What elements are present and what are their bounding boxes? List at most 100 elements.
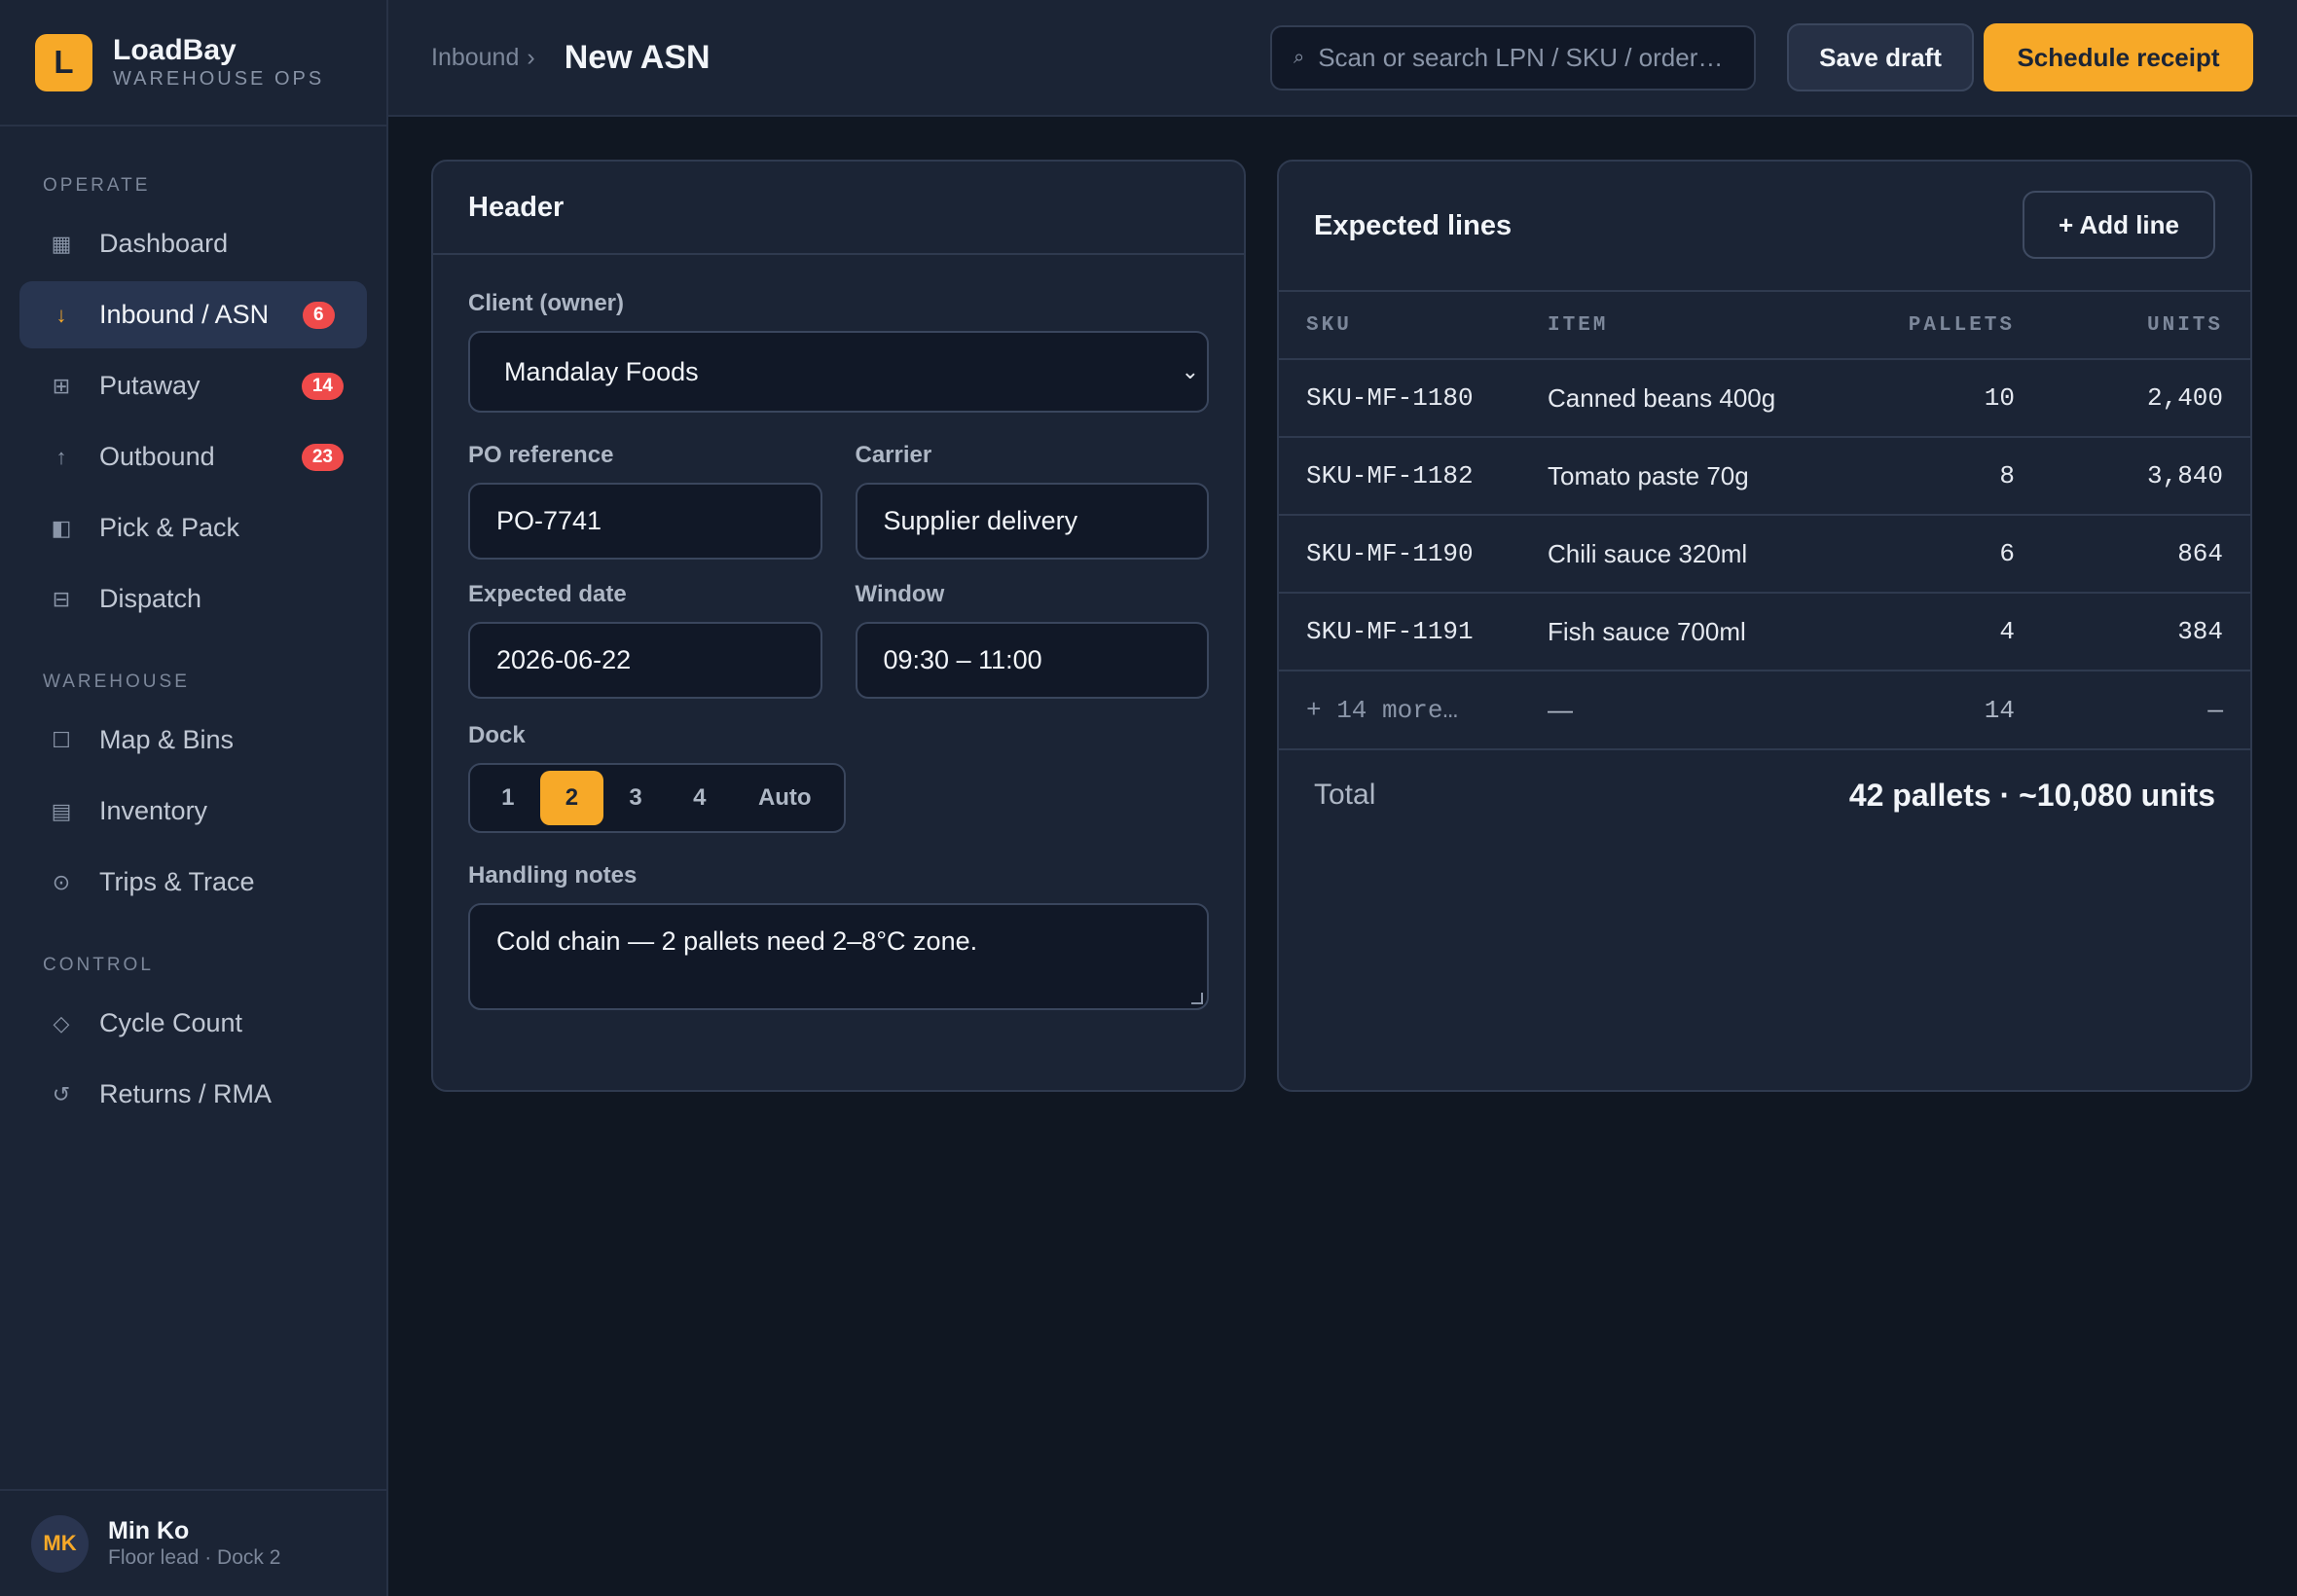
- sidebar-item-inbound[interactable]: ↓ Inbound / ASN 6: [19, 281, 367, 348]
- dashboard-icon: ▦: [51, 231, 72, 256]
- units-cell: 3,840: [2015, 437, 2250, 516]
- sidebar-item-returns[interactable]: ↺ Returns / RMA: [19, 1061, 367, 1128]
- section-label-operate: OPERATE: [43, 175, 151, 196]
- item-cell: —: [1548, 695, 1573, 724]
- total-row: Total 42 pallets · ~10,080 units: [1279, 748, 2250, 840]
- app-root: L LoadBay WAREHOUSE OPS OPERATE ▦ Dashbo…: [0, 0, 2297, 1596]
- window-field[interactable]: 09:30 – 11:00: [855, 622, 1209, 699]
- total-label: Total: [1314, 779, 1376, 811]
- item-cell: Fish sauce 700ml: [1548, 593, 1869, 671]
- target-icon: ⊙: [52, 869, 71, 894]
- header-card: Header Client (owner) Mandalay Foods ⌄ P…: [431, 160, 1246, 1092]
- search-input[interactable]: [1318, 43, 1737, 73]
- user-role: Floor lead · Dock 2: [108, 1546, 281, 1569]
- item-cell: Canned beans 400g: [1548, 359, 1869, 438]
- expected-date-field[interactable]: 2026-06-22: [468, 622, 822, 699]
- brand-subtitle: WAREHOUSE OPS: [113, 68, 325, 90]
- sidebar-item-cycle-count[interactable]: ◇ Cycle Count: [19, 990, 367, 1057]
- expected-lines-card: Expected lines + Add line SKU ITEM PALLE…: [1277, 160, 2252, 1092]
- item-cell: Tomato paste 70g: [1548, 437, 1869, 516]
- sidebar-item-putaway[interactable]: ⊞ Putaway 14: [19, 352, 367, 419]
- client-select[interactable]: Mandalay Foods ⌄: [468, 331, 1209, 413]
- user-profile[interactable]: MK Min Ko Floor lead · Dock 2: [0, 1489, 386, 1596]
- arrow-up-icon: ↑: [55, 444, 67, 469]
- grid-icon: ⊞: [52, 373, 71, 398]
- pallets-cell: 8: [1869, 437, 2015, 516]
- resize-handle-icon[interactable]: [1191, 993, 1203, 1004]
- sidebar-nav: OPERATE ▦ Dashboard ↓ Inbound / ASN 6 ⊞ …: [0, 127, 386, 1128]
- item-cell: Chili sauce 320ml: [1548, 515, 1869, 594]
- return-icon: ↺: [52, 1081, 71, 1106]
- sidebar-item-label: Dispatch: [99, 584, 202, 613]
- dock-option-4[interactable]: 4: [668, 771, 732, 825]
- sidebar-item-label: Outbound: [99, 442, 215, 471]
- sidebar-item-label: Pick & Pack: [99, 513, 240, 542]
- map-icon: ☐: [52, 727, 71, 752]
- more-lines-row[interactable]: + 14 more… — 14 —: [1279, 671, 2250, 748]
- handling-notes-textarea[interactable]: Cold chain — 2 pallets need 2–8°C zone.: [468, 903, 1209, 1010]
- table-row[interactable]: SKU-MF-1190 Chili sauce 320ml 6 864: [1279, 515, 2250, 594]
- sidebar-item-label: Returns / RMA: [99, 1079, 273, 1108]
- avatar: MK: [31, 1514, 89, 1573]
- sidebar-item-label: Cycle Count: [99, 1008, 243, 1037]
- sidebar-item-label: Dashboard: [99, 229, 229, 258]
- table-row[interactable]: SKU-MF-1180 Canned beans 400g 10 2,400: [1279, 359, 2250, 438]
- save-draft-button[interactable]: Save draft: [1787, 23, 1974, 91]
- window-label: Window: [855, 581, 945, 607]
- count-badge: 23: [301, 443, 344, 471]
- logo-icon: L: [35, 33, 92, 91]
- carrier-field[interactable]: Supplier delivery: [855, 483, 1209, 560]
- column-header-units[interactable]: UNITS: [2015, 290, 2250, 360]
- search-icon: ⌕: [1294, 47, 1305, 68]
- section-label-warehouse: WAREHOUSE: [43, 671, 190, 692]
- dock-segmented-control: 1 2 3 4 Auto: [468, 763, 846, 833]
- search-box[interactable]: ⌕: [1270, 25, 1756, 91]
- units-cell: 2,400: [2015, 359, 2250, 438]
- sku-cell: SKU-MF-1182: [1279, 437, 1548, 516]
- total-value: 42 pallets · ~10,080 units: [1848, 777, 2215, 813]
- dock-option-auto[interactable]: Auto: [732, 771, 838, 825]
- sidebar-item-label: Putaway: [99, 371, 201, 400]
- sku-cell: SKU-MF-1191: [1279, 593, 1548, 671]
- po-field[interactable]: PO-7741: [468, 483, 822, 560]
- count-badge: 14: [301, 372, 344, 400]
- sidebar-item-trips-trace[interactable]: ⊙ Trips & Trace: [19, 849, 367, 916]
- sidebar-item-label: Trips & Trace: [99, 867, 255, 896]
- sidebar-item-map-bins[interactable]: ☐ Map & Bins: [19, 707, 367, 774]
- brand: L LoadBay WAREHOUSE OPS: [0, 0, 386, 127]
- dock-option-1[interactable]: 1: [476, 771, 540, 825]
- user-name: Min Ko: [108, 1517, 190, 1544]
- sidebar-item-outbound[interactable]: ↑ Outbound 23: [19, 423, 367, 490]
- sidebar-item-inventory[interactable]: ▤ Inventory: [19, 778, 367, 845]
- column-header-item[interactable]: ITEM: [1548, 290, 1869, 360]
- add-line-button[interactable]: + Add line: [2023, 191, 2215, 259]
- pallets-cell: 14: [1984, 695, 2015, 725]
- breadcrumb-inbound[interactable]: Inbound: [431, 44, 519, 72]
- dock-option-2[interactable]: 2: [539, 771, 604, 825]
- notes-label: Handling notes: [468, 862, 638, 889]
- units-cell: 384: [2015, 593, 2250, 671]
- column-header-sku[interactable]: SKU: [1279, 290, 1548, 360]
- date-label: Expected date: [468, 581, 627, 607]
- table-row[interactable]: SKU-MF-1182 Tomato paste 70g 8 3,840: [1279, 437, 2250, 516]
- table-row[interactable]: SKU-MF-1191 Fish sauce 700ml 4 384: [1279, 593, 2250, 671]
- card-title: Header: [468, 191, 565, 223]
- sidebar-item-dispatch[interactable]: ⊟ Dispatch: [19, 565, 367, 633]
- sidebar-item-pick-pack[interactable]: ◧ Pick & Pack: [19, 494, 367, 562]
- topbar: Inbound › New ASN ⌕ Save draft Schedule …: [388, 0, 2297, 117]
- breadcrumb-separator: ›: [527, 43, 535, 71]
- sidebar-item-label: Map & Bins: [99, 725, 235, 754]
- schedule-receipt-button[interactable]: Schedule receipt: [1984, 23, 2253, 91]
- dock-option-3[interactable]: 3: [603, 771, 668, 825]
- lines-table: SKU ITEM PALLETS UNITS SKU-MF-1180 Canne…: [1279, 290, 2250, 748]
- sku-cell: SKU-MF-1190: [1279, 515, 1548, 594]
- sidebar-item-dashboard[interactable]: ▦ Dashboard: [19, 210, 367, 277]
- chevron-down-icon: ⌄: [1181, 359, 1199, 383]
- arrow-down-icon: ↓: [55, 302, 67, 327]
- units-cell: 864: [2015, 515, 2250, 594]
- more-lines-link[interactable]: + 14 more…: [1279, 671, 1548, 748]
- section-label-control: CONTROL: [43, 955, 154, 975]
- page-title: New ASN: [564, 38, 711, 76]
- sku-cell: SKU-MF-1180: [1279, 359, 1548, 438]
- column-header-pallets[interactable]: PALLETS: [1869, 290, 2015, 360]
